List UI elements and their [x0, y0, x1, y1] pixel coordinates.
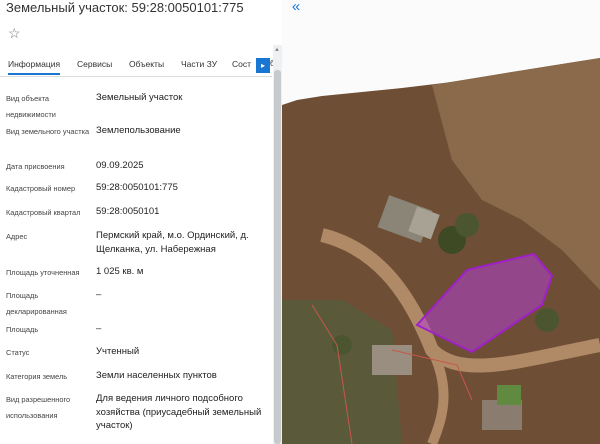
field-label: Кадастровый номер [6, 184, 76, 193]
page-title: Земельный участок: 59:28:0050101:775 [6, 0, 244, 15]
tree [455, 213, 479, 237]
map-imagery [282, 58, 600, 444]
tab-status[interactable]: Сост [232, 59, 251, 69]
field-label: Площадь [6, 325, 39, 334]
field-value: Учтенный [96, 346, 140, 357]
tab-objects[interactable]: Объекты [129, 59, 164, 69]
field-label: Категория земель [6, 372, 68, 381]
scrollbar-thumb[interactable] [274, 70, 281, 444]
building [372, 345, 412, 375]
field-value: 1 025 кв. м [96, 266, 144, 277]
field-label: Площадь уточненная [6, 268, 80, 277]
field-value: Земли населенных пунктов [96, 370, 217, 381]
satellite-map[interactable] [282, 0, 600, 444]
field-value: Земельный участок [96, 92, 183, 103]
tree [332, 335, 352, 355]
field-label: Вид земельного участка [6, 127, 90, 136]
scroll-up-icon[interactable]: ▲ [274, 47, 280, 53]
building [497, 385, 521, 405]
tab-bar: Информация Сервисы Объекты Части ЗУ Сост [0, 55, 272, 77]
info-panel: Земельный участок: 59:28:0050101:775 ☆ И… [0, 0, 282, 444]
field-label: Адрес [6, 232, 28, 241]
field-value: Пермский край, м.о. Ординский, д. Щелкан… [96, 230, 249, 255]
field-value: 59:28:0050101:775 [96, 182, 178, 193]
tab-scroll-right-icon[interactable]: ▸ [256, 58, 270, 73]
tab-information[interactable]: Информация [8, 59, 61, 75]
tab-parts[interactable]: Части ЗУ [181, 59, 217, 69]
field-value: – [96, 289, 102, 300]
field-value: 09.09.2025 [96, 160, 144, 171]
favorite-star-icon[interactable]: ☆ [8, 24, 26, 42]
field-value: 59:28:0050101 [96, 206, 160, 217]
field-label: Кадастровый квартал [6, 208, 81, 217]
tree [535, 308, 559, 332]
double-chevron-left-icon[interactable]: « [285, 0, 307, 16]
field-value: Для ведения личного подсобного хозяйства… [96, 393, 262, 431]
tab-services[interactable]: Сервисы [77, 59, 112, 69]
field-label: Дата присвоения [6, 162, 65, 171]
field-label: Вид объекта недвижимости [6, 94, 56, 119]
field-label: Статус [6, 348, 30, 357]
field-value: Землепользование [96, 125, 181, 136]
field-value: – [96, 323, 102, 334]
field-label: Площадь декларированная [6, 291, 67, 316]
field-label: Вид разрешенного использования [6, 395, 71, 420]
